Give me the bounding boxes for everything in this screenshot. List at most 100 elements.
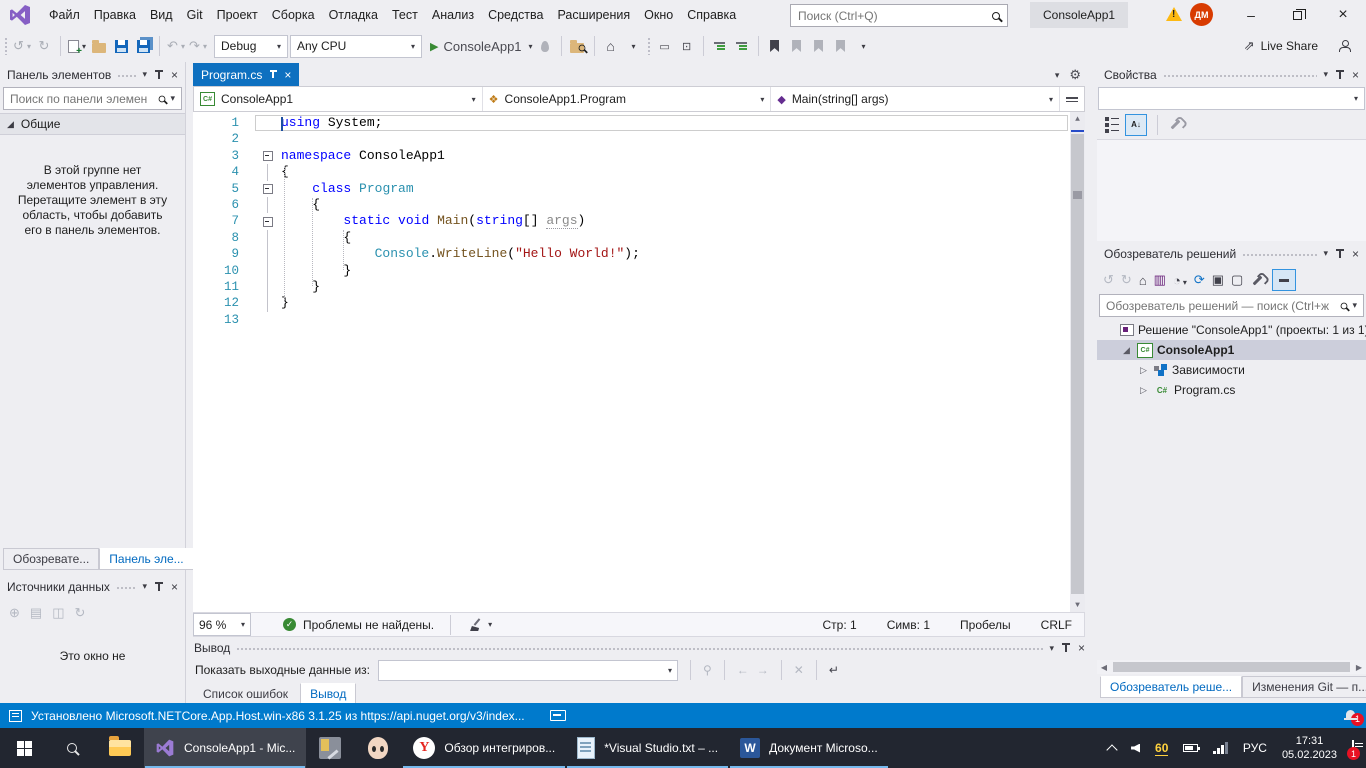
close-icon[interactable]: ×	[171, 68, 178, 82]
code-line-4[interactable]: 4{	[193, 164, 1085, 180]
split-window-button[interactable]	[1060, 87, 1084, 111]
next-bookmark-button[interactable]	[809, 34, 829, 58]
code-cleanup-icon[interactable]	[469, 618, 482, 631]
close-icon[interactable]: ×	[284, 68, 291, 82]
feedback-icon[interactable]	[1338, 40, 1350, 52]
output-title-bar[interactable]: Вывод ▾ ×	[187, 638, 1092, 658]
tab-toolbox[interactable]: Панель эле...	[99, 548, 193, 570]
pin-icon[interactable]	[158, 71, 160, 79]
status-line[interactable]: Стр: 1	[823, 618, 857, 632]
taskbar-app-visual-studio[interactable]: ConsoleApp1 - Mic...	[144, 728, 306, 768]
undo-button[interactable]: ↶▾	[166, 34, 186, 58]
toolbox-search-input[interactable]	[10, 92, 154, 106]
add-data-source-icon[interactable]: ⊕	[9, 605, 20, 621]
property-pages-icon[interactable]	[1171, 120, 1181, 130]
taskbar-app-game[interactable]	[354, 728, 402, 768]
close-icon[interactable]: ×	[1352, 247, 1359, 261]
code-line-8[interactable]: 8 {	[193, 230, 1085, 246]
close-icon[interactable]: ×	[1352, 68, 1359, 82]
tree-item-0[interactable]: Решение "ConsoleApp1" (проекты: 1 из 1)	[1097, 320, 1366, 340]
tab-git-changes[interactable]: Изменения Git — п...	[1242, 676, 1366, 698]
menu-item-4[interactable]: Проект	[210, 4, 265, 26]
taskbar-search-button[interactable]	[48, 728, 96, 768]
save-all-button[interactable]	[133, 34, 153, 58]
code-line-5[interactable]: 5 class Program	[193, 181, 1085, 197]
platform-dropdown[interactable]: Any CPU▾	[290, 35, 422, 58]
code-line-1[interactable]: 1using System;	[193, 115, 1085, 131]
open-file-button[interactable]	[89, 34, 109, 58]
taskbar-app-tools[interactable]	[306, 728, 354, 768]
new-file-button[interactable]: ▾	[67, 34, 87, 58]
file-explorer-button[interactable]	[96, 728, 144, 768]
menu-item-12[interactable]: Справка	[680, 4, 743, 26]
expanded-icon[interactable]: ◢	[1120, 345, 1133, 356]
quick-search-box[interactable]	[790, 4, 1008, 27]
categorized-icon[interactable]	[1105, 117, 1119, 133]
schema-compare-button[interactable]: ⊡	[677, 34, 697, 58]
tab-solution-explorer[interactable]: Обозреватель реше...	[1100, 676, 1242, 698]
tree-item-1[interactable]: ◢C#ConsoleApp1	[1097, 340, 1366, 360]
solution-explorer-title-bar[interactable]: Обозреватель решений ▾ ×	[1097, 241, 1366, 266]
solution-search-input[interactable]	[1106, 299, 1336, 313]
console-icon[interactable]	[550, 710, 566, 721]
code-line-13[interactable]: 13	[193, 312, 1085, 328]
window-menu-icon[interactable]: ▾	[1049, 643, 1054, 654]
language-indicator[interactable]: РУС	[1243, 741, 1267, 755]
minimize-button[interactable]: –	[1228, 0, 1274, 30]
tray-expand-icon[interactable]	[1106, 744, 1117, 755]
project-dropdown[interactable]: C# ConsoleApp1▾	[194, 87, 483, 111]
code-line-3[interactable]: 3namespace ConsoleApp1	[193, 148, 1085, 164]
menu-item-1[interactable]: Правка	[87, 4, 143, 26]
status-line-ending[interactable]: CRLF	[1041, 618, 1072, 632]
tab-output[interactable]: Вывод	[300, 683, 356, 705]
quick-search-input[interactable]	[798, 9, 992, 23]
pin-icon[interactable]	[1339, 71, 1341, 79]
code-line-11[interactable]: 11 }	[193, 279, 1085, 295]
menu-item-0[interactable]: Файл	[42, 4, 87, 26]
battery-percent-indicator[interactable]: 60	[1155, 741, 1168, 756]
data-sources-title-bar[interactable]: Источники данных ▾ ×	[0, 574, 185, 599]
toolbox-search-box[interactable]: ▾	[3, 87, 182, 110]
notifications-bell-icon[interactable]: 1	[1345, 710, 1357, 722]
navigate-forward-button[interactable]: ↻	[34, 34, 54, 58]
clock[interactable]: 17:31 05.02.2023	[1282, 734, 1337, 762]
type-dropdown[interactable]: ❖ ConsoleApp1.Program▾	[483, 87, 772, 111]
menu-item-3[interactable]: Git	[180, 4, 210, 26]
close-button[interactable]: ×	[1320, 0, 1366, 30]
zoom-dropdown[interactable]: 96 %▾	[193, 613, 251, 636]
menu-item-10[interactable]: Расширения	[550, 4, 637, 26]
network-icon[interactable]	[1213, 742, 1228, 754]
taskbar-app-notepad[interactable]: *Visual Studio.txt – ...	[566, 728, 729, 768]
code-line-7[interactable]: 7 static void Main(string[] args)	[193, 213, 1085, 229]
properties-title-bar[interactable]: Свойства ▾ ×	[1097, 62, 1366, 87]
editor-vertical-scrollbar[interactable]: ▲ ▼	[1070, 112, 1085, 612]
pin-icon[interactable]	[1065, 644, 1067, 652]
menu-item-6[interactable]: Отладка	[322, 4, 385, 26]
navigate-back-button[interactable]: ↺▾	[12, 34, 32, 58]
document-list-icon[interactable]: ▾	[1055, 70, 1060, 81]
menu-item-7[interactable]: Тест	[385, 4, 425, 26]
status-column[interactable]: Симв: 1	[887, 618, 930, 632]
code-editor[interactable]: 1using System;23namespace ConsoleApp14{5…	[193, 112, 1085, 612]
pending-changes-filter-icon[interactable]: ◔▾	[1173, 273, 1187, 288]
tree-item-3[interactable]: ▷C#Program.cs	[1097, 380, 1366, 400]
code-line-2[interactable]: 2	[193, 131, 1085, 147]
hot-reload-button[interactable]	[535, 34, 555, 58]
nest-files-icon[interactable]: ▣	[1212, 272, 1224, 288]
pin-icon[interactable]	[1339, 250, 1341, 258]
configuration-dropdown[interactable]: Debug▾	[214, 35, 288, 58]
toolbar-grip[interactable]	[647, 37, 651, 55]
action-center-button[interactable]: 1	[1352, 741, 1354, 755]
toolbar-overflow-button[interactable]: ▾	[853, 34, 873, 58]
next-message-icon[interactable]: →	[757, 663, 769, 677]
home-button[interactable]: ⌂	[601, 34, 621, 58]
close-icon[interactable]: ×	[171, 580, 178, 594]
warning-icon[interactable]	[1166, 7, 1182, 21]
toggle-bookmark-button[interactable]	[765, 34, 785, 58]
prev-message-icon[interactable]: ←	[737, 663, 749, 677]
status-message[interactable]: Установлено Microsoft.NETCore.App.Host.w…	[31, 709, 525, 723]
collapsed-icon[interactable]: ▷	[1137, 365, 1150, 376]
scroll-down-icon[interactable]: ▼	[1070, 598, 1085, 612]
tab-program-cs[interactable]: Program.cs ×	[193, 63, 299, 86]
code-line-12[interactable]: 12}	[193, 295, 1085, 311]
